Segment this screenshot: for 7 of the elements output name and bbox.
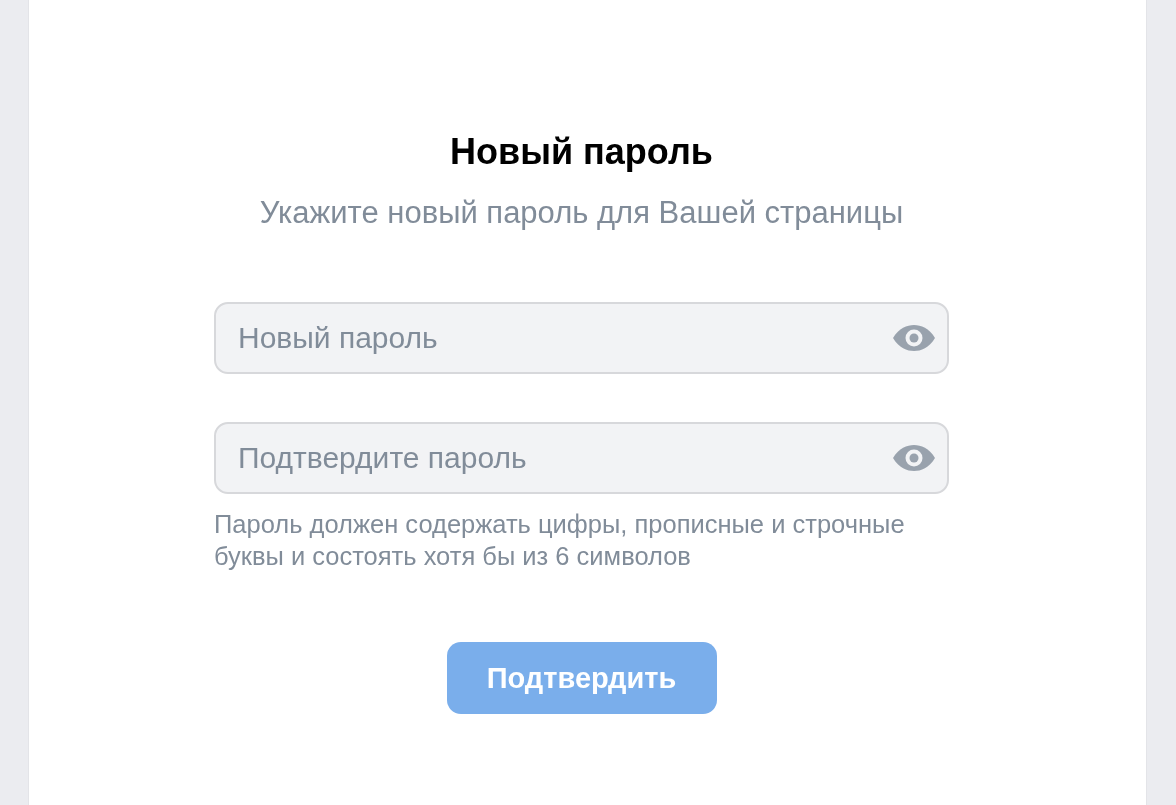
form-title: Новый пароль [450, 130, 713, 174]
form-subtitle: Укажите новый пароль для Вашей страницы [259, 195, 904, 231]
eye-icon[interactable] [893, 445, 935, 471]
password-hint: Пароль должен содержать цифры, прописные и строчные буквы и состоять хотя бы из 6 символов [214, 509, 906, 572]
password-input[interactable]: Подтвердите пароль [214, 422, 949, 494]
eye-icon[interactable] [893, 325, 935, 351]
password-input[interactable]: Новый пароль [214, 302, 949, 374]
